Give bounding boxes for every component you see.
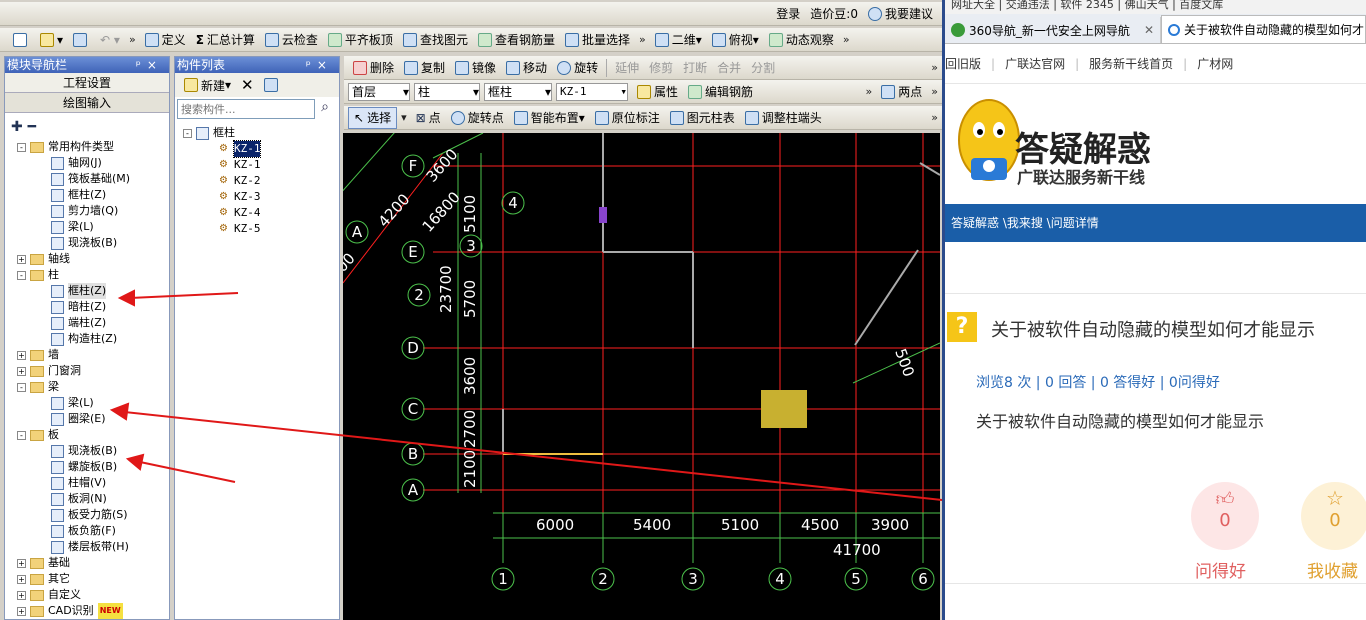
site-nav-link[interactable]: 广联达官网	[1005, 55, 1065, 72]
favorite-button[interactable]: ☆ 0	[1301, 482, 1366, 550]
annotation-arrows	[109, 289, 942, 501]
question-title: 关于被软件自动隐藏的模型如何才能显示	[991, 320, 1315, 341]
like-label: 问得好	[1195, 562, 1246, 582]
nav-separator: |	[1075, 56, 1080, 71]
tab-question[interactable]: 关于被软件自动隐藏的模型如何才	[1161, 15, 1366, 43]
cad-application: 登录 造价豆:0 我要建议 ▾ ↶ ▾ » 定义 Σ 汇总计算 云检查 平齐板顶 …	[0, 0, 942, 620]
arrow-head-icon	[125, 453, 145, 471]
like-count: 0	[1219, 510, 1231, 531]
thumbs-up-icon: 👍︎	[1215, 489, 1235, 510]
question-header: ? 关于被软件自动隐藏的模型如何才能显示	[945, 294, 1366, 362]
nav-separator: |	[991, 56, 996, 71]
tab-strip: 360导航_新一代安全上网导航 ✕ 关于被软件自动隐藏的模型如何才	[945, 14, 1366, 44]
arrow-head-icon	[117, 289, 135, 307]
site-nav-link[interactable]: 服务新干线首页	[1089, 55, 1173, 72]
tab-360-nav[interactable]: 360导航_新一代安全上网导航 ✕	[945, 17, 1161, 43]
like-button[interactable]: 👍︎ 0	[1191, 482, 1259, 550]
close-tab-icon[interactable]: ✕	[1144, 23, 1154, 37]
arrow-head-icon	[109, 402, 130, 421]
site-nav-link[interactable]: 回旧版	[945, 55, 981, 72]
favorite-label: 我收藏	[1307, 562, 1358, 582]
site-header: 答疑解惑 广联达服务新干线	[945, 84, 1366, 204]
question-body: 关于被软件自动隐藏的模型如何才能显示	[976, 412, 1265, 431]
site-nav: 回旧版 | 广联达官网 | 服务新干线首页 | 广材网	[945, 44, 1366, 84]
bookmarks-bar[interactable]: 网址大全 | 交通违法 | 软件 2345 | 佛山天气 | 百度文库	[945, 0, 1366, 14]
nav-separator: |	[1183, 56, 1188, 71]
tab-question-title: 关于被软件自动隐藏的模型如何才	[1184, 23, 1365, 37]
question-mark-icon: ?	[947, 312, 977, 342]
favorite-count: 0	[1329, 510, 1341, 531]
site-nav-link[interactable]: 广材网	[1197, 55, 1233, 72]
breadcrumb[interactable]: 答疑解惑 \我来搜 \问题详情	[945, 204, 1366, 242]
question-stats: 浏览8 次 | 0 回答 | 0 答得好 | 0问得好	[976, 375, 1220, 391]
site-logo-subtitle: 广联达服务新干线	[1017, 168, 1146, 187]
tab-360-title: 360导航_新一代安全上网导航	[969, 23, 1130, 38]
browser-window: 网址大全 | 交通违法 | 软件 2345 | 佛山天气 | 百度文库 360导…	[942, 0, 1366, 620]
360-logo-icon	[951, 23, 965, 37]
loading-icon	[1168, 23, 1180, 36]
star-icon: ☆	[1326, 486, 1344, 510]
